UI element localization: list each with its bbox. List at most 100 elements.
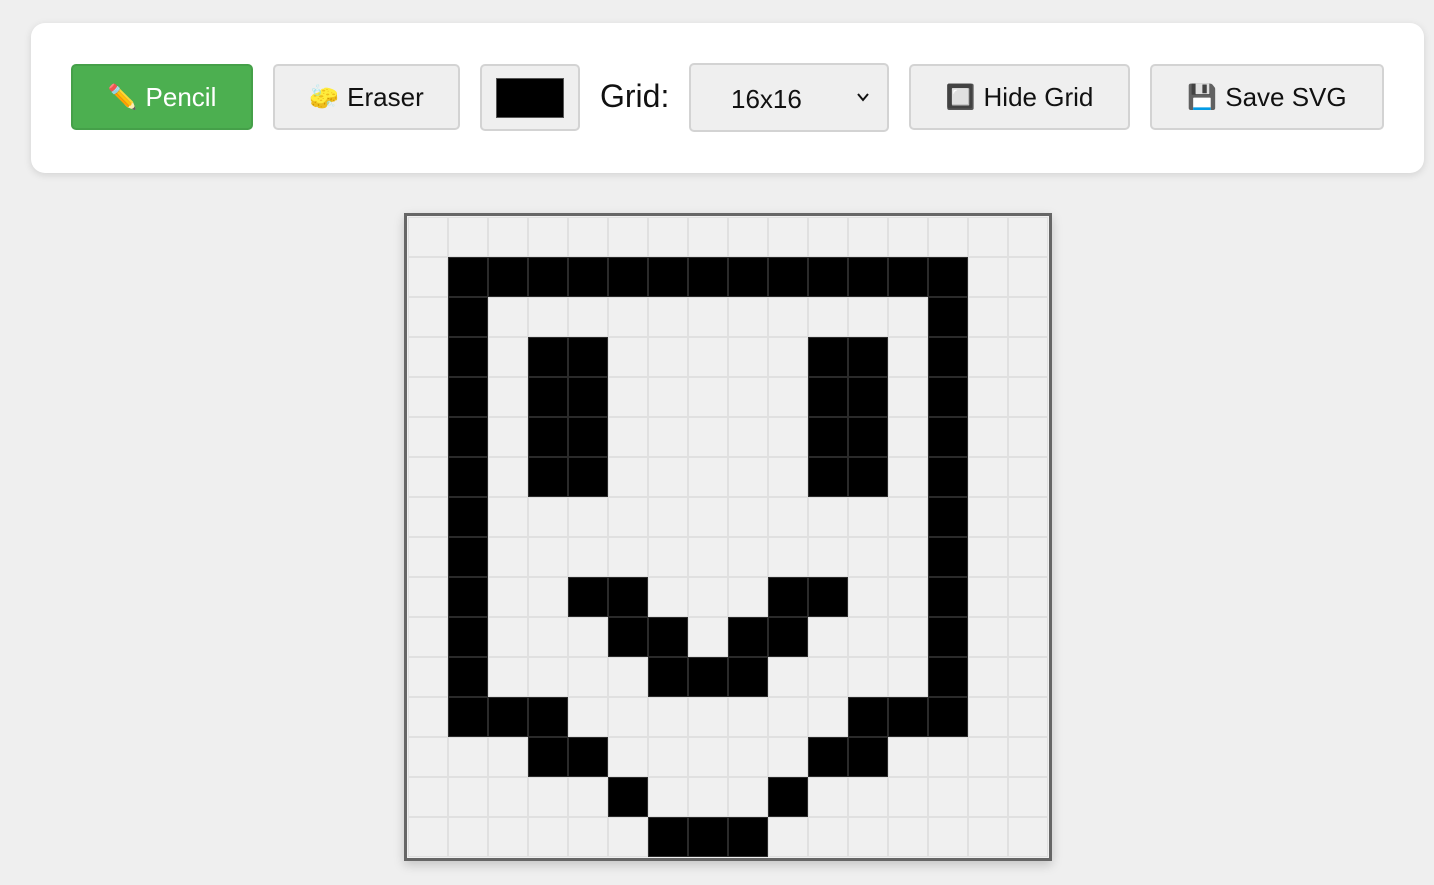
pixel-cell[interactable] xyxy=(768,577,808,617)
pixel-cell[interactable] xyxy=(888,497,928,537)
pixel-cell[interactable] xyxy=(928,337,968,377)
pixel-cell[interactable] xyxy=(808,497,848,537)
pixel-cell[interactable] xyxy=(768,617,808,657)
pixel-cell[interactable] xyxy=(448,257,488,297)
pixel-cell[interactable] xyxy=(1008,817,1048,857)
pixel-cell[interactable] xyxy=(968,737,1008,777)
pixel-cell[interactable] xyxy=(688,697,728,737)
pixel-cell[interactable] xyxy=(808,337,848,377)
pixel-cell[interactable] xyxy=(648,497,688,537)
pixel-cell[interactable] xyxy=(408,577,448,617)
pixel-cell[interactable] xyxy=(888,697,928,737)
pixel-cell[interactable] xyxy=(968,297,1008,337)
pixel-cell[interactable] xyxy=(608,417,648,457)
pixel-cell[interactable] xyxy=(968,497,1008,537)
pixel-cell[interactable] xyxy=(648,657,688,697)
pixel-cell[interactable] xyxy=(728,697,768,737)
pixel-cell[interactable] xyxy=(728,337,768,377)
pixel-cell[interactable] xyxy=(648,777,688,817)
pixel-cell[interactable] xyxy=(1008,497,1048,537)
pixel-cell[interactable] xyxy=(888,777,928,817)
pixel-cell[interactable] xyxy=(1008,537,1048,577)
pixel-cell[interactable] xyxy=(888,417,928,457)
pixel-cell[interactable] xyxy=(648,617,688,657)
pixel-cell[interactable] xyxy=(768,497,808,537)
pixel-cell[interactable] xyxy=(1008,697,1048,737)
pixel-cell[interactable] xyxy=(768,737,808,777)
pixel-cell[interactable] xyxy=(1008,257,1048,297)
pixel-cell[interactable] xyxy=(968,657,1008,697)
pixel-cell[interactable] xyxy=(408,497,448,537)
pixel-cell[interactable] xyxy=(808,457,848,497)
pixel-cell[interactable] xyxy=(648,297,688,337)
pixel-cell[interactable] xyxy=(688,577,728,617)
pixel-cell[interactable] xyxy=(968,337,1008,377)
pixel-cell[interactable] xyxy=(928,417,968,457)
pixel-cell[interactable] xyxy=(528,337,568,377)
pixel-cell[interactable] xyxy=(888,737,928,777)
pixel-cell[interactable] xyxy=(448,417,488,457)
pixel-cell[interactable] xyxy=(928,257,968,297)
pixel-cell[interactable] xyxy=(968,257,1008,297)
pixel-cell[interactable] xyxy=(928,817,968,857)
pixel-cell[interactable] xyxy=(568,777,608,817)
pixel-cell[interactable] xyxy=(848,217,888,257)
pixel-cell[interactable] xyxy=(848,297,888,337)
pixel-cell[interactable] xyxy=(728,297,768,337)
pixel-cell[interactable] xyxy=(728,377,768,417)
pixel-cell[interactable] xyxy=(848,337,888,377)
pixel-cell[interactable] xyxy=(648,697,688,737)
pixel-cell[interactable] xyxy=(968,777,1008,817)
pixel-cell[interactable] xyxy=(408,617,448,657)
pixel-cell[interactable] xyxy=(848,737,888,777)
pixel-cell[interactable] xyxy=(928,777,968,817)
pixel-cell[interactable] xyxy=(808,217,848,257)
pixel-cell[interactable] xyxy=(408,377,448,417)
grid-size-select[interactable]: 16x16 xyxy=(689,63,889,132)
pixel-cell[interactable] xyxy=(768,377,808,417)
pixel-cell[interactable] xyxy=(888,457,928,497)
pixel-cell[interactable] xyxy=(888,217,928,257)
pixel-cell[interactable] xyxy=(528,257,568,297)
pixel-cell[interactable] xyxy=(408,537,448,577)
pixel-cell[interactable] xyxy=(888,657,928,697)
pixel-cell[interactable] xyxy=(608,697,648,737)
pixel-cell[interactable] xyxy=(408,457,448,497)
pixel-cell[interactable] xyxy=(928,617,968,657)
pixel-cell[interactable] xyxy=(568,537,608,577)
pixel-cell[interactable] xyxy=(448,617,488,657)
pixel-cell[interactable] xyxy=(728,577,768,617)
pixel-cell[interactable] xyxy=(648,337,688,377)
pixel-cell[interactable] xyxy=(648,417,688,457)
pixel-cell[interactable] xyxy=(928,497,968,537)
pixel-cell[interactable] xyxy=(808,777,848,817)
pixel-cell[interactable] xyxy=(648,457,688,497)
pixel-cell[interactable] xyxy=(608,337,648,377)
pixel-cell[interactable] xyxy=(408,337,448,377)
pixel-cell[interactable] xyxy=(688,777,728,817)
pixel-cell[interactable] xyxy=(848,257,888,297)
pixel-cell[interactable] xyxy=(848,457,888,497)
pixel-cell[interactable] xyxy=(488,297,528,337)
pixel-cell[interactable] xyxy=(808,577,848,617)
pixel-cell[interactable] xyxy=(728,537,768,577)
pixel-cell[interactable] xyxy=(928,537,968,577)
pixel-cell[interactable] xyxy=(528,817,568,857)
pixel-cell[interactable] xyxy=(768,257,808,297)
pixel-cell[interactable] xyxy=(888,257,928,297)
pixel-cell[interactable] xyxy=(1008,737,1048,777)
pixel-cell[interactable] xyxy=(528,657,568,697)
pencil-button[interactable]: ✏️ Pencil xyxy=(71,64,253,130)
pixel-cell[interactable] xyxy=(568,737,608,777)
pixel-cell[interactable] xyxy=(488,497,528,537)
pixel-cell[interactable] xyxy=(1008,657,1048,697)
pixel-cell[interactable] xyxy=(488,697,528,737)
eraser-button[interactable]: 🧽 Eraser xyxy=(273,64,460,130)
pixel-cell[interactable] xyxy=(528,377,568,417)
pixel-cell[interactable] xyxy=(848,377,888,417)
pixel-cell[interactable] xyxy=(608,297,648,337)
pixel-cell[interactable] xyxy=(568,417,608,457)
pixel-cell[interactable] xyxy=(888,377,928,417)
pixel-cell[interactable] xyxy=(768,537,808,577)
pixel-cell[interactable] xyxy=(488,617,528,657)
